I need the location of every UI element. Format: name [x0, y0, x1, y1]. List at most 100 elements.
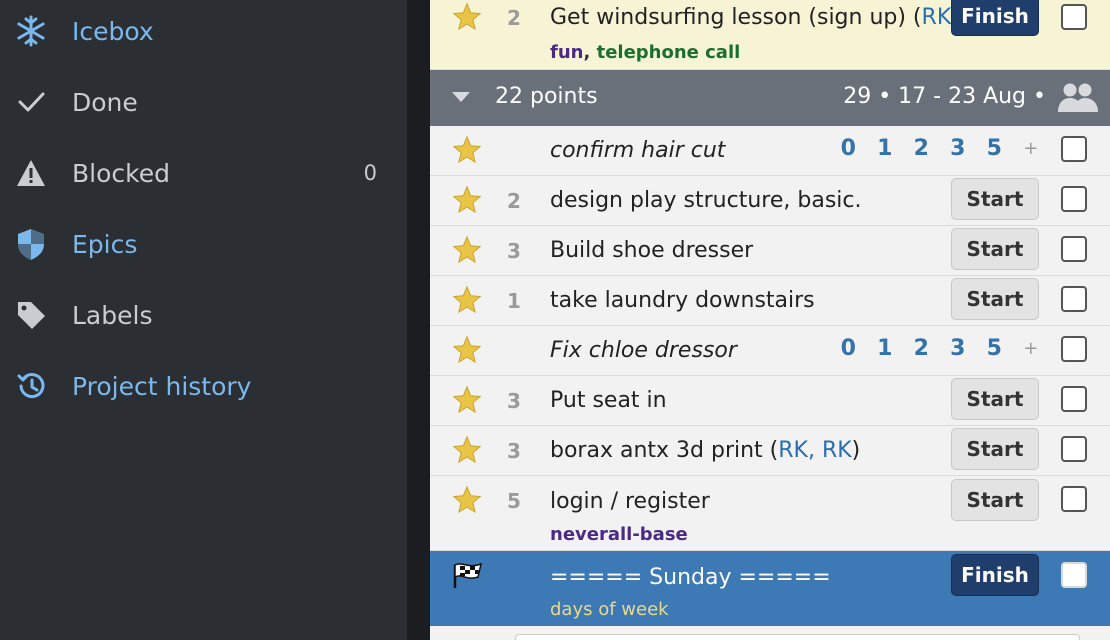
story-points: 2	[507, 189, 521, 213]
story-checkbox[interactable]	[1061, 186, 1087, 212]
sidebar-item-label: Epics	[72, 229, 138, 259]
estimate-option[interactable]: 3	[940, 336, 977, 362]
estimate-option[interactable]: 3	[940, 136, 977, 162]
tag-icon	[14, 298, 48, 332]
story-checkbox[interactable]	[1061, 486, 1087, 512]
team-icon[interactable]	[1056, 80, 1100, 116]
story-checkbox[interactable]	[1061, 236, 1087, 262]
story-row[interactable]: confirm hair cut 0 1 2 3 5 +	[430, 126, 1110, 176]
star-icon[interactable]	[452, 385, 482, 415]
release-flag-icon	[453, 562, 483, 588]
finish-button[interactable]: Finish	[951, 554, 1039, 596]
label-days-of-week: days of week	[550, 599, 669, 620]
story-checkbox[interactable]	[1061, 436, 1087, 462]
story-title: confirm hair cut	[550, 138, 726, 163]
story-title: Build shoe dresser	[550, 238, 754, 263]
release-labels: days of week	[550, 599, 669, 620]
story-points: 3	[507, 389, 521, 413]
release-checkbox[interactable]	[1061, 562, 1087, 588]
estimate-option-more[interactable]: +	[1013, 136, 1050, 162]
story-row[interactable]: Fix chloe dressor 0 1 2 3 5 +	[430, 326, 1110, 376]
sidebar-item-label: Labels	[72, 300, 153, 330]
estimate-option[interactable]: 0	[830, 136, 867, 162]
star-icon[interactable]	[452, 335, 482, 365]
story-row[interactable]: 2 Get windsurfing lesson (sign up) (RK) …	[430, 0, 1110, 70]
star-icon[interactable]	[452, 185, 482, 215]
history-icon	[14, 369, 48, 403]
story-points: 1	[507, 289, 521, 313]
start-button[interactable]: Start	[951, 178, 1039, 220]
star-icon[interactable]	[452, 235, 482, 265]
label-fun: fun	[550, 42, 584, 63]
start-button[interactable]: Start	[951, 479, 1039, 521]
story-owners: RK, RK	[778, 438, 852, 463]
story-row[interactable]: 3 Put seat in Start	[430, 376, 1110, 426]
sidebar-item-project-history[interactable]: Project history	[0, 356, 407, 416]
sidebar-item-epics[interactable]: Epics	[0, 214, 407, 274]
warning-icon	[14, 156, 48, 190]
release-title: ===== Sunday =====	[550, 565, 831, 590]
story-title: login / register	[550, 489, 710, 514]
star-icon[interactable]	[452, 2, 482, 32]
story-row[interactable]: 3 borax antx 3d print (RK, RK) Start	[430, 426, 1110, 476]
sidebar-item-label: Done	[72, 87, 138, 117]
sidebar-item-icebox[interactable]: Icebox	[0, 1, 407, 61]
story-labels: neverall-base	[550, 524, 688, 545]
estimate-picker: 0 1 2 3 5 +	[830, 136, 1049, 162]
story-checkbox[interactable]	[1061, 136, 1087, 162]
start-button[interactable]: Start	[951, 378, 1039, 420]
estimate-option[interactable]: 0	[830, 336, 867, 362]
story-row[interactable]: 5 login / register Start neverall-base	[430, 476, 1110, 551]
backlog-panel: 2 Get windsurfing lesson (sign up) (RK) …	[430, 0, 1110, 640]
estimate-option[interactable]: 2	[903, 336, 940, 362]
story-labels: fun, telephone call	[550, 42, 741, 63]
sidebar-item-label: Project history	[72, 371, 252, 401]
story-row[interactable]: 2 design play structure, basic. Start	[430, 176, 1110, 226]
story-checkbox[interactable]	[1061, 336, 1087, 362]
start-button[interactable]: Start	[951, 428, 1039, 470]
story-points: 2	[507, 6, 521, 30]
start-button[interactable]: Start	[951, 278, 1039, 320]
story-checkbox[interactable]	[1061, 286, 1087, 312]
sidebar: Icebox Done Blocked 0 Epics Labels Proje…	[0, 0, 407, 640]
sidebar-item-done[interactable]: Done	[0, 72, 407, 132]
story-points: 5	[507, 489, 521, 513]
sidebar-item-labels[interactable]: Labels	[0, 285, 407, 345]
estimate-picker: 0 1 2 3 5 +	[830, 336, 1049, 362]
sidebar-item-blocked[interactable]: Blocked 0	[0, 143, 407, 203]
iteration-dates: 29 • 17 - 23 Aug •	[843, 84, 1046, 109]
estimate-option[interactable]: 5	[976, 336, 1013, 362]
estimate-option[interactable]: 1	[867, 336, 904, 362]
estimate-option[interactable]: 1	[867, 136, 904, 162]
story-row[interactable]: 3 Build shoe dresser Start	[430, 226, 1110, 276]
estimate-option[interactable]: 2	[903, 136, 940, 162]
collapse-caret-icon[interactable]	[452, 92, 470, 102]
star-icon[interactable]	[452, 435, 482, 465]
iteration-points: 22 points	[495, 84, 598, 109]
star-icon[interactable]	[452, 485, 482, 515]
snowflake-icon	[14, 14, 48, 48]
finish-button[interactable]: Finish	[951, 0, 1039, 36]
star-icon[interactable]	[452, 285, 482, 315]
release-row[interactable]: ===== Sunday ===== Finish days of week	[430, 551, 1110, 626]
story-points: 3	[507, 239, 521, 263]
story-title: take laundry downstairs	[550, 288, 815, 313]
story-checkbox[interactable]	[1061, 4, 1087, 30]
panel-divider	[407, 0, 430, 640]
star-icon[interactable]	[452, 135, 482, 165]
story-checkbox[interactable]	[1061, 386, 1087, 412]
sidebar-item-label: Blocked	[72, 158, 170, 188]
blocked-count: 0	[363, 161, 377, 185]
story-title: Fix chloe dressor	[550, 338, 737, 363]
sidebar-item-label: Icebox	[72, 16, 154, 46]
story-row[interactable]: 1 take laundry downstairs Start	[430, 276, 1110, 326]
story-points: 3	[507, 439, 521, 463]
estimate-option-more[interactable]: +	[1013, 336, 1050, 362]
iteration-header[interactable]: 22 points 29 • 17 - 23 Aug •	[430, 70, 1110, 126]
estimate-option[interactable]: 5	[976, 136, 1013, 162]
checkmark-icon	[14, 85, 48, 119]
start-button[interactable]: Start	[951, 228, 1039, 270]
label-telephone-call: telephone call	[596, 42, 741, 63]
story-title: design play structure, basic.	[550, 188, 862, 213]
add-story-input[interactable]	[515, 634, 1080, 640]
